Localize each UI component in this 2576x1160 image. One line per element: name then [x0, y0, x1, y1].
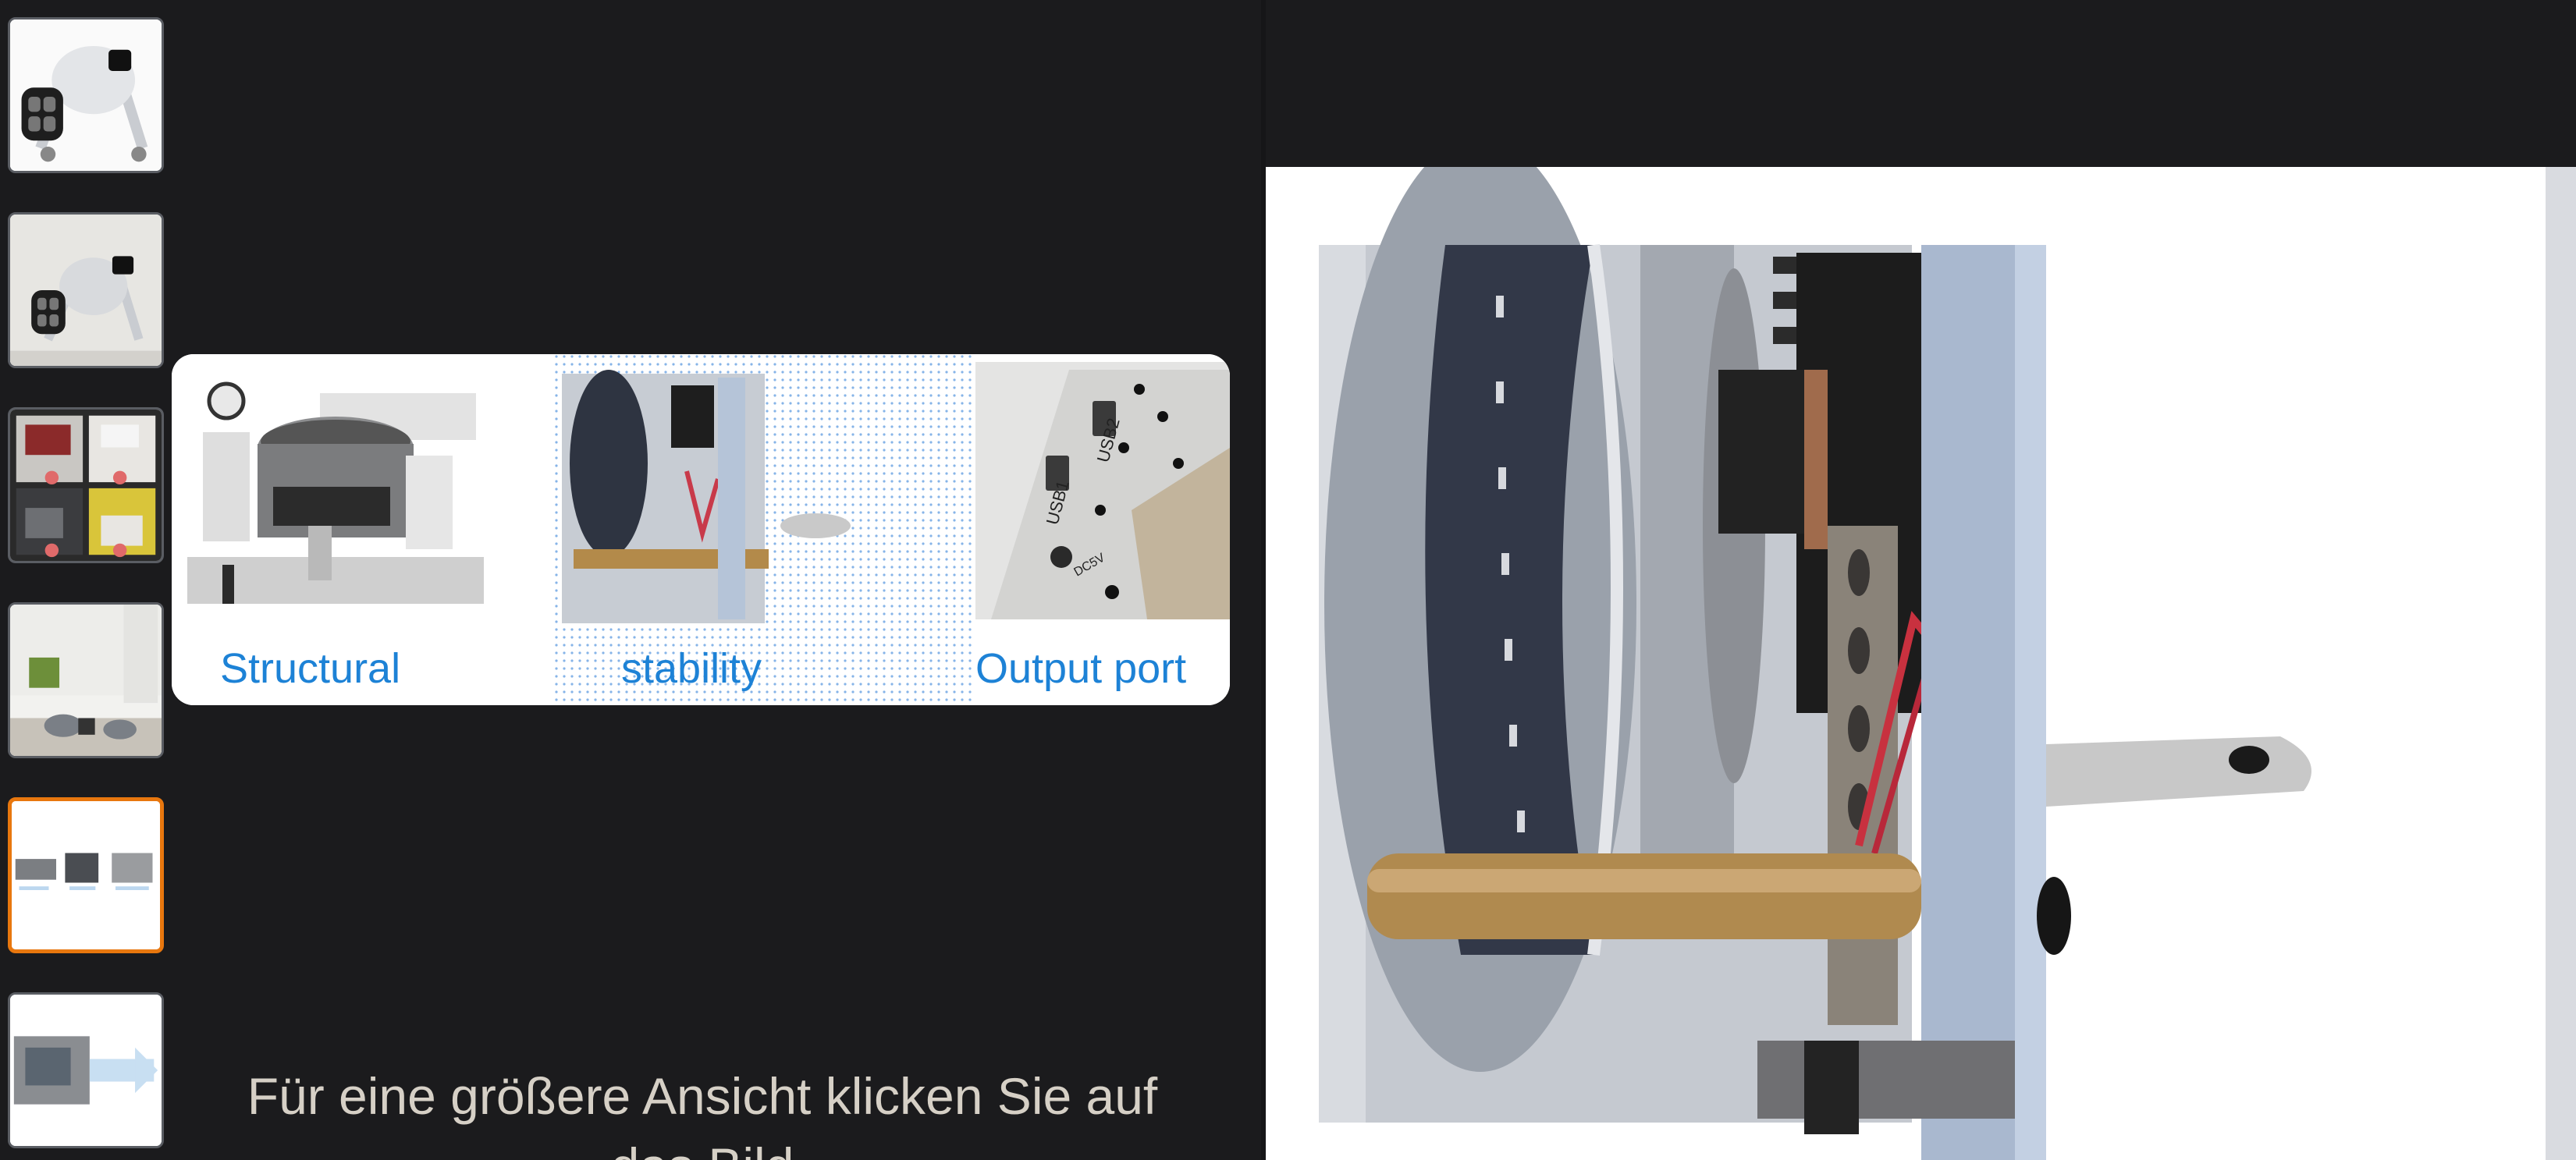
thumbnail-1[interactable] — [8, 17, 164, 173]
hover-preview: Structural stability USB1 USB2 DC5V Outp… — [172, 354, 1230, 705]
stability-detail-image — [554, 354, 975, 705]
exercise-bike-icon — [10, 20, 162, 171]
feature-details-icon — [12, 801, 160, 949]
usage-scenes-icon — [10, 410, 162, 561]
zoom-header-area — [1266, 0, 2576, 167]
structural-panel: Structural — [172, 354, 554, 705]
caption-output-port: Output port — [975, 645, 1187, 692]
caption-stability: stability — [621, 645, 762, 692]
dc-port-icon — [1050, 546, 1072, 568]
exercise-bike-icon — [10, 215, 162, 366]
caption-structural: Structural — [220, 645, 401, 692]
thumbnail-3[interactable] — [8, 407, 164, 563]
product-detail-icon — [10, 995, 162, 1146]
image-viewer: Structural stability USB1 USB2 DC5V Outp… — [0, 0, 2576, 1160]
output-port-panel: USB1 USB2 DC5V Output port — [975, 354, 1230, 705]
living-room-icon — [10, 605, 162, 756]
stability-panel: stability — [554, 354, 975, 705]
thumbnail-6[interactable] — [8, 992, 164, 1148]
thumbnail-5-selected[interactable] — [8, 797, 164, 953]
zoomed-image[interactable] — [1266, 167, 2576, 1160]
thumbnail-2[interactable] — [8, 212, 164, 368]
zoomed-mechanism-image — [1266, 167, 2576, 1160]
thumbnail-4[interactable] — [8, 602, 164, 758]
click-to-enlarge-hint: Für eine größere Ansicht klicken Sie auf… — [247, 1067, 1158, 1160]
